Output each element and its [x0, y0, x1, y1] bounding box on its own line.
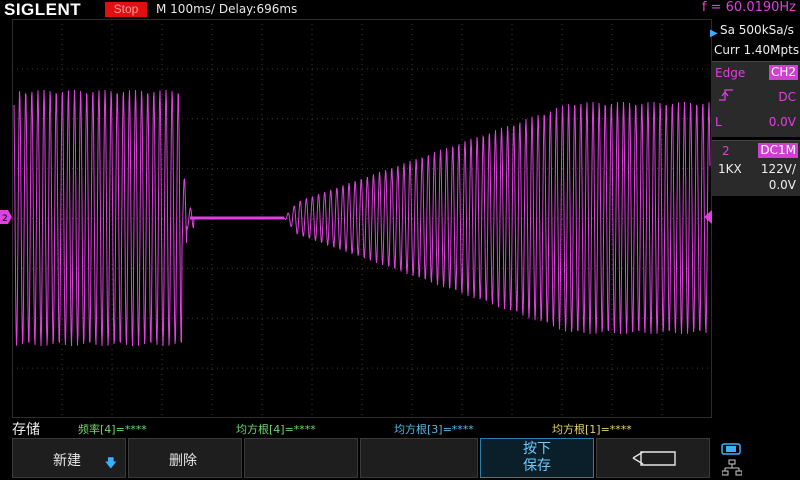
empty-softkey-4[interactable]: [360, 438, 478, 478]
new-softkey[interactable]: 新建 🡇: [12, 438, 126, 478]
menu-title: 存储: [12, 422, 40, 438]
memory-depth: Curr 1.40Mpts: [714, 43, 800, 57]
measurement-item[interactable]: 频率[4]=****: [78, 421, 147, 437]
channel-coupling: DC1M: [758, 143, 798, 158]
save-label: 保存: [523, 458, 551, 474]
trigger-source: CH2: [768, 65, 798, 80]
frequency-counter: f = 60.0190Hz: [701, 0, 796, 15]
top-status-bar: SIGLENT Stop M 100ms/ Delay:696ms f = 60…: [0, 0, 800, 20]
channel-number: 2: [722, 144, 730, 158]
delete-label: 删除: [169, 453, 197, 469]
new-label: 新建: [53, 453, 81, 469]
probe-ratio: 1KX: [718, 162, 742, 176]
trigger-level-label: L: [715, 115, 722, 129]
measurement-item[interactable]: 均方根[3]=****: [394, 421, 474, 437]
sample-rate: Sa 500kSa/s: [720, 23, 794, 37]
trigger-level: 0.0V: [768, 115, 796, 129]
arrow-down-icon: 🡇: [104, 456, 117, 470]
trigger-type: Edge: [715, 66, 746, 80]
timebase-readout: M 100ms/ Delay:696ms: [156, 2, 298, 16]
delete-softkey[interactable]: 删除: [128, 438, 242, 478]
acquisition-panel: ▶ Sa 500kSa/s Curr 1.40Mpts: [710, 20, 800, 60]
ch2-marker-label: 2: [2, 214, 8, 224]
trigger-panel[interactable]: Edge CH2 DC L 0.0V: [712, 61, 800, 137]
ch2-ground-marker[interactable]: 2: [0, 210, 12, 224]
channel-2-panel[interactable]: 2 DC1M 1KX 122V/ 0.0V: [712, 140, 800, 196]
measurement-item[interactable]: 均方根[1]=****: [552, 421, 632, 437]
vertical-offset: 0.0V: [768, 178, 796, 192]
press-label: 按下: [523, 441, 551, 457]
brand-logo: SIGLENT: [4, 0, 82, 19]
measurement-item[interactable]: 均方根[4]=****: [236, 421, 316, 437]
empty-softkey-3[interactable]: [244, 438, 358, 478]
return-arrow-icon: [632, 451, 676, 466]
rising-edge-icon: [719, 89, 733, 101]
trigger-level-marker[interactable]: [704, 210, 712, 224]
back-softkey[interactable]: [596, 438, 710, 478]
play-arrow-icon: ▶: [710, 28, 718, 39]
run-stop-status[interactable]: Stop: [105, 2, 147, 17]
measurement-bar: 存储 频率[4]=**** 均方根[4]=**** 均方根[3]=**** 均方…: [0, 418, 800, 438]
waveform-display[interactable]: [12, 19, 712, 418]
trigger-coupling: DC: [778, 90, 796, 104]
press-to-save-softkey[interactable]: 按下 保存: [480, 438, 594, 478]
vertical-scale: 122V/: [760, 162, 796, 176]
network-icon: [722, 459, 742, 476]
usb-status-icon: [721, 443, 741, 455]
